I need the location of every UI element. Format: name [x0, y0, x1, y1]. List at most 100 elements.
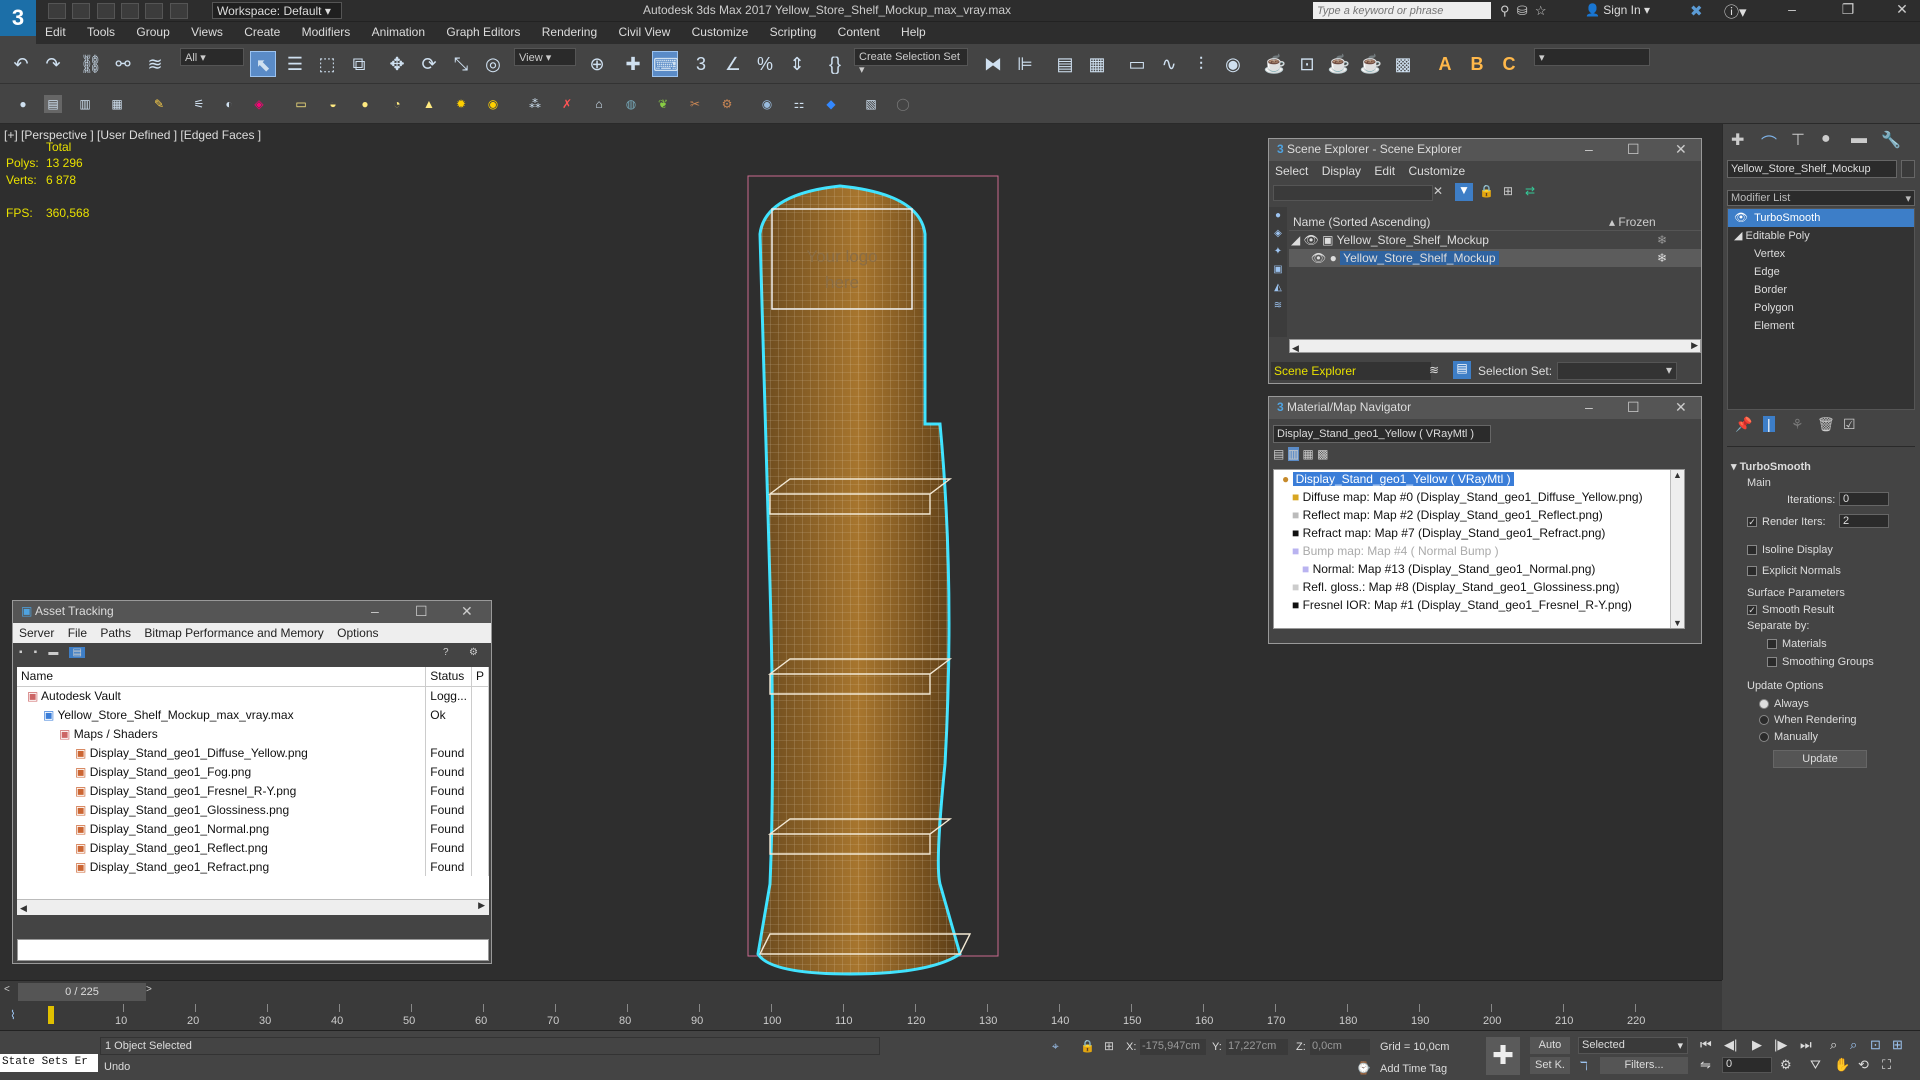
mirror-icon[interactable]: ⧓ [980, 51, 1006, 77]
scene-explorer-name-field[interactable]: Scene Explorer [1271, 362, 1431, 380]
column-name[interactable]: Name [17, 667, 427, 686]
filter-icon[interactable]: ▼ [1455, 183, 1473, 201]
redo-icon[interactable] [145, 3, 164, 19]
vray-proxy-icon[interactable]: ✗ [558, 95, 576, 113]
scene-explorer-titlebar[interactable]: 3 Scene Explorer - Scene Explorer – ☐ ✕ [1269, 139, 1701, 161]
placement-icon[interactable]: ◎ [480, 51, 506, 77]
app-logo[interactable]: 3 [0, 0, 36, 36]
current-material-field[interactable]: Display_Stand_geo1_Yellow ( VRayMtl ) [1273, 425, 1491, 443]
pan-view-icon[interactable]: ✋ [1834, 1057, 1850, 1073]
scene-explorer-toggle-icon[interactable]: ▤ [1052, 51, 1078, 77]
motion-tab-icon[interactable]: ● [1821, 130, 1831, 148]
display-helpers-icon[interactable]: ◭ [1269, 279, 1287, 297]
visibility-eye-icon[interactable]: 👁 [1304, 233, 1319, 247]
stack-item-border[interactable]: Border [1728, 281, 1914, 299]
go-to-end-icon[interactable]: ⏭ [1800, 1037, 1812, 1053]
key-mode-icon[interactable]: ℸ [1580, 1059, 1588, 1073]
scroll-right-icon[interactable]: ▶ [1691, 340, 1698, 351]
zoom-all-icon[interactable]: ⌕ [1850, 1037, 1857, 1053]
zoom-icon[interactable]: ⌕ [1830, 1037, 1837, 1053]
table-row[interactable]: ▣ Autodesk Vault Logg... [17, 686, 489, 705]
orbit-icon[interactable]: ⟲ [1858, 1057, 1869, 1073]
text-c-icon[interactable]: C [1496, 51, 1522, 77]
window-crossing-icon[interactable]: ⧉ [346, 51, 372, 77]
stack-item-editable-poly[interactable]: ◢ Editable Poly [1728, 227, 1914, 245]
curve-editor-icon[interactable]: ∿ [1156, 51, 1182, 77]
workspace-toolbar-dropdown[interactable]: ▾ [1534, 48, 1650, 66]
remove-modifier-icon[interactable]: 🗑 [1817, 416, 1835, 433]
horizontal-scrollbar[interactable]: ◀ ▶ [17, 899, 489, 915]
zoom-extents-icon[interactable]: ⊡ [1870, 1037, 1881, 1053]
view-mode-3-icon[interactable]: ▬ [48, 647, 58, 658]
menu-help[interactable]: Help [892, 22, 935, 39]
menu-edit[interactable]: Edit [1374, 164, 1395, 178]
vray-decal-icon[interactable]: ❦ [654, 95, 672, 113]
key-mode-toggle-icon[interactable]: ⇋ [1700, 1057, 1711, 1073]
rotate-icon[interactable]: ⟳ [416, 51, 442, 77]
display-geometry-icon[interactable]: ● [1269, 207, 1287, 225]
menu-scripting[interactable]: Scripting [761, 22, 826, 39]
rendered-frame-window-icon[interactable]: ⊡ [1294, 51, 1320, 77]
vray-scene-icon[interactable]: ▧ [862, 95, 880, 113]
minimize-icon[interactable]: – [1778, 1, 1806, 21]
maximize-viewport-icon[interactable]: ⛶ [1882, 1057, 1891, 1073]
explicit-normals-checkbox[interactable]: Explicit Normals [1747, 565, 1841, 577]
object-name-field[interactable]: Yellow_Store_Shelf_Mockup [1727, 160, 1897, 178]
map-row[interactable]: ■ Refract map: Map #7 (Display_Stand_geo… [1274, 524, 1684, 542]
table-row[interactable]: ▣ Display_Stand_geo1_Fog.png Found [17, 762, 489, 781]
view-list-icon[interactable]: ▤ [1273, 447, 1284, 461]
vray-material-icon[interactable]: ◆ [822, 95, 840, 113]
text-a-icon[interactable]: A [1432, 51, 1458, 77]
vray-sphere-icon[interactable]: ● [356, 95, 374, 113]
table-row[interactable]: ▣ Yellow_Store_Shelf_Mockup_max_vray.max… [17, 705, 489, 724]
table-row[interactable]: ▣ Display_Stand_geo1_Normal.png Found [17, 819, 489, 838]
toolbar2-icon-5[interactable]: ✎ [150, 95, 168, 113]
vray-mesh-icon[interactable]: ◔ [388, 95, 406, 113]
x-coord-field[interactable]: -175,947cm [1140, 1039, 1206, 1055]
scroll-up-icon[interactable]: ▲ [1671, 470, 1684, 480]
menu-customize[interactable]: Customize [1408, 164, 1465, 178]
utilities-tab-icon[interactable]: 🔧 [1881, 130, 1901, 150]
menu-server[interactable]: Server [19, 626, 54, 640]
z-coord-field[interactable]: 0,0cm [1310, 1039, 1370, 1055]
auto-key-button[interactable]: Auto [1530, 1037, 1570, 1054]
update-always-radio[interactable]: Always [1759, 698, 1809, 710]
schematic-view-icon[interactable]: ⫶ [1188, 51, 1214, 77]
subscription-icon[interactable]: ⛁ [1517, 3, 1528, 18]
named-selection-set-dropdown[interactable]: Create Selection Set ▾ [854, 48, 968, 76]
view-mode-1-icon[interactable]: ▪ [19, 647, 23, 658]
render-iters-checkbox[interactable]: ✓ Render Iters: [1747, 516, 1826, 528]
render-production-icon[interactable]: ☕ [1326, 51, 1352, 77]
time-configuration-icon[interactable]: ⚙ [1780, 1057, 1792, 1073]
maximize-icon[interactable]: ☐ [1627, 399, 1640, 416]
current-frame-field[interactable]: 0 [1722, 1057, 1772, 1073]
table-row[interactable]: ▣ Display_Stand_geo1_Diffuse_Yellow.png F… [17, 743, 489, 762]
key-filter-dropdown[interactable]: Selected ▾ [1578, 1037, 1688, 1054]
stack-item-polygon[interactable]: Polygon [1728, 299, 1914, 317]
modifier-on-eye-icon[interactable]: 👁 [1734, 212, 1748, 224]
scale-icon[interactable]: ⤡ [448, 51, 474, 77]
minimize-icon[interactable]: – [371, 603, 379, 619]
tree-row-selected[interactable]: 👁 ● Yellow_Store_Shelf_Mockup ❄ [1289, 249, 1701, 267]
toolbar2-icon-1[interactable]: ● [14, 95, 32, 113]
asset-tracking-titlebar[interactable]: ▣ Asset Tracking – ☐ ✕ [13, 601, 491, 623]
new-file-icon[interactable] [48, 3, 66, 19]
menu-edit[interactable]: Edit [36, 22, 75, 39]
vray-disabled-icon[interactable]: ◯ [894, 95, 912, 113]
frozen-toggle-icon[interactable]: ❄ [1657, 231, 1667, 249]
modify-tab-icon[interactable]: ⌒ [1761, 130, 1777, 154]
favorites-star-icon[interactable]: ☆ [1535, 3, 1547, 18]
vray-clipper-icon[interactable]: ✂ [686, 95, 704, 113]
stack-item-vertex[interactable]: Vertex [1728, 245, 1914, 263]
key-filters-button[interactable]: Filters... [1600, 1057, 1688, 1074]
spinner-snap-icon[interactable]: ⇕ [784, 51, 810, 77]
table-row[interactable]: ▣ Display_Stand_geo1_Refract.png Found [17, 857, 489, 876]
update-button[interactable]: Update [1773, 750, 1867, 768]
reference-coordinate-dropdown[interactable]: View ▾ [514, 48, 576, 66]
stack-item-element[interactable]: Element [1728, 317, 1914, 335]
vertical-scrollbar[interactable]: ▲ ▼ [1670, 470, 1684, 628]
configure-sets-icon[interactable]: ☑ [1843, 416, 1856, 433]
material-navigator-titlebar[interactable]: 3 Material/Map Navigator – ☐ ✕ [1269, 397, 1701, 419]
close-icon[interactable]: ✕ [1675, 399, 1687, 416]
horizontal-scrollbar[interactable]: ◀ ▶ [1289, 339, 1701, 353]
